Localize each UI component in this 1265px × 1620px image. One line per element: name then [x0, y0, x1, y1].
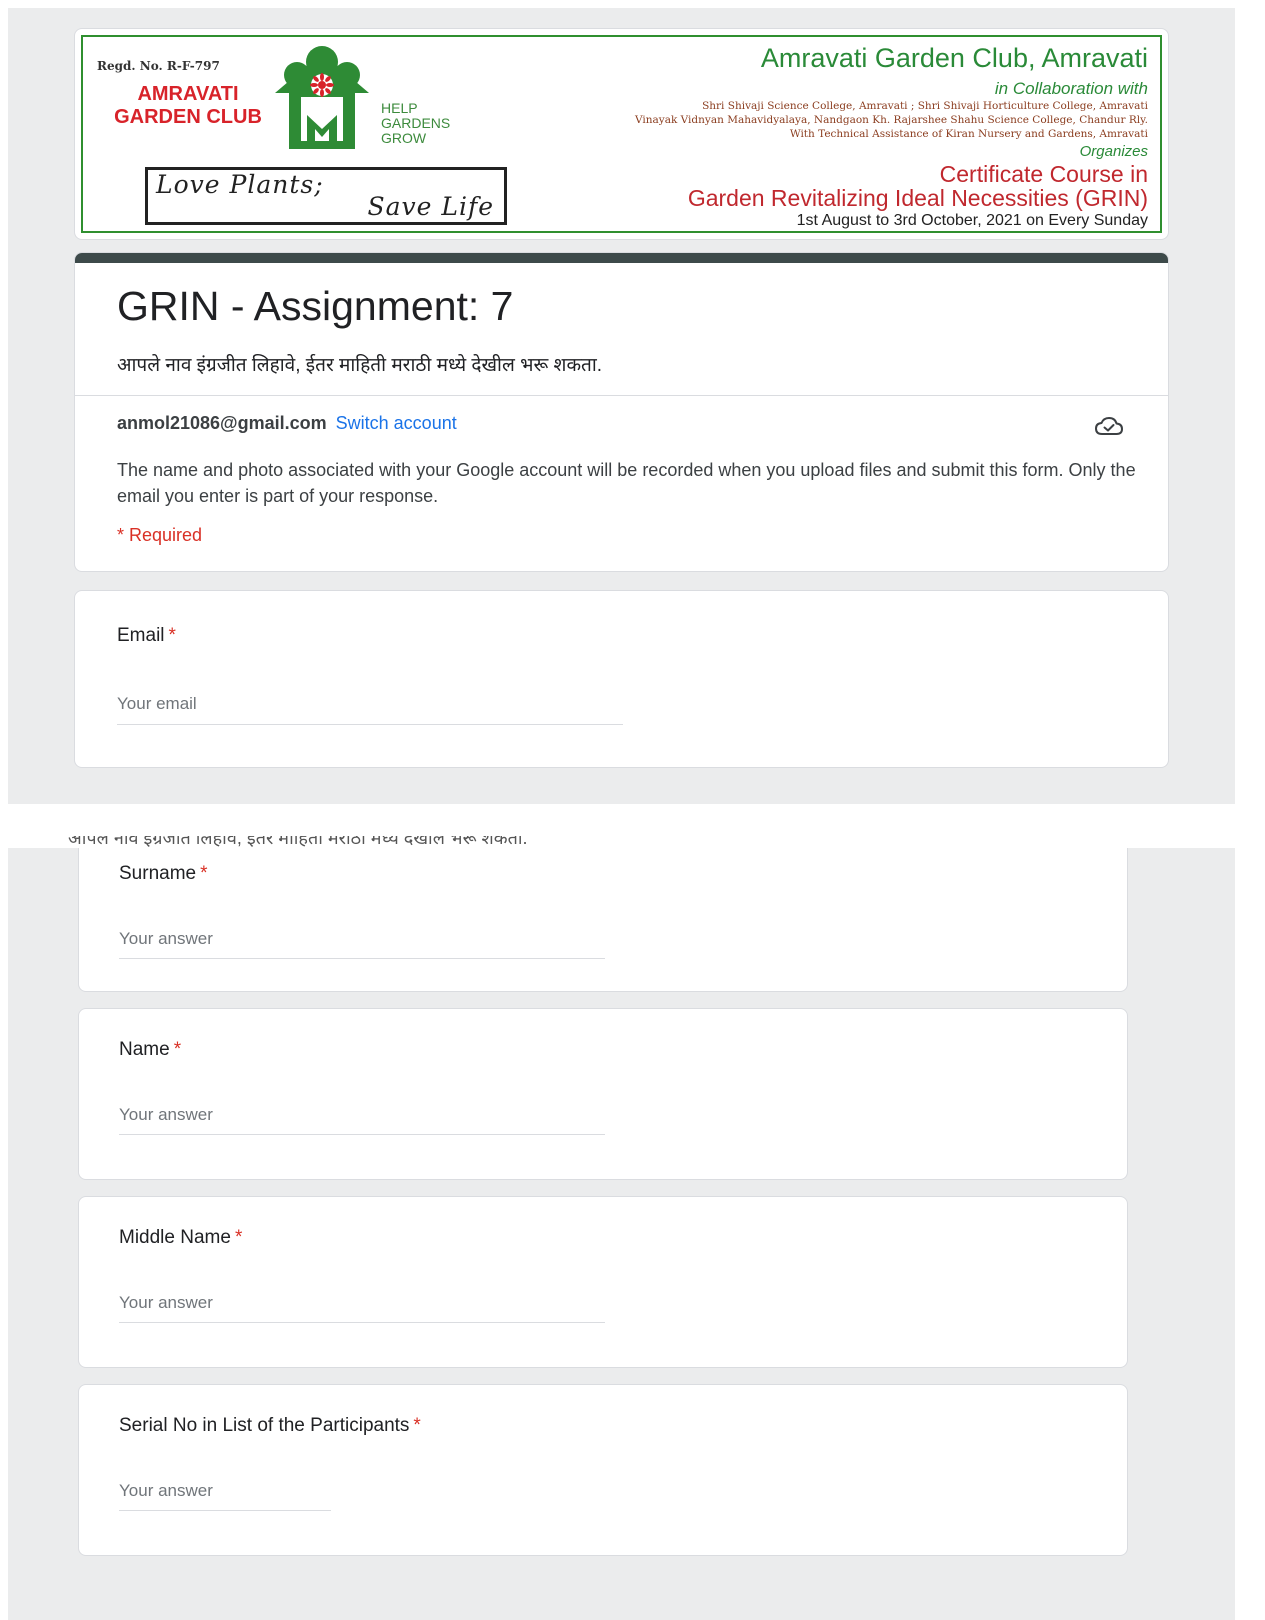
scrolled-description-text: आपले नाव इंग्रजीत लिहावे, ईतर माहिती मरा… [68, 836, 528, 848]
account-email: anmol21086@gmail.com [117, 413, 327, 433]
slogan-line-1: Love Plants; [156, 170, 324, 199]
garden-club-logo-icon [275, 46, 369, 149]
name-input[interactable] [119, 1103, 605, 1135]
banner-frame: Regd. No. R-F-797 AMRAVATI GARDEN CLUB H… [81, 35, 1162, 233]
question-label-serial-no: Serial No in List of the Participants * [119, 1415, 421, 1436]
question-label-surname: Surname * [119, 863, 208, 884]
header-divider [75, 395, 1168, 396]
question-card-surname: Surname * [78, 836, 1128, 992]
serial-no-input[interactable] [119, 1479, 331, 1511]
question-label-email: Email * [117, 625, 176, 646]
banner-help-gardens-grow: HELP GARDENS GROW [381, 100, 451, 146]
banner-title: Amravati Garden Club, Amravati [760, 43, 1148, 73]
surname-input[interactable] [119, 927, 605, 959]
banner-organizes: Organizes [1079, 143, 1148, 160]
middle-name-input[interactable] [119, 1291, 605, 1323]
account-line: anmol21086@gmail.com Switch account [117, 413, 457, 434]
question-label-name: Name * [119, 1039, 182, 1060]
required-asterisk: * [200, 863, 208, 884]
form-title: GRIN - Assignment: 7 [117, 283, 514, 329]
required-note: * Required [117, 525, 203, 545]
banner-certificate: Certificate Course in [939, 161, 1148, 187]
banner-collab: in Collaboration with [994, 79, 1148, 98]
banner-college-line-3: With Technical Assistance of Kiran Nurse… [789, 128, 1148, 140]
banner-course-name: Garden Revitalizing Ideal Necessities (G… [687, 185, 1148, 211]
required-asterisk: * [234, 1227, 243, 1248]
question-card-middle-name: Middle Name * [78, 1196, 1128, 1368]
banner-regd-number: Regd. No. R-F-797 [97, 59, 220, 73]
required-asterisk: * [168, 625, 176, 646]
banner-club-name: AMRAVATI GARDEN CLUB [114, 83, 262, 128]
banner-college-line-2: Vinayak Vidnyan Mahavidyalaya, Nandgaon … [634, 114, 1148, 126]
required-asterisk: * [173, 1039, 182, 1060]
cloud-saved-icon[interactable] [1094, 415, 1124, 439]
required-asterisk: * [413, 1415, 421, 1436]
question-card-name: Name * [78, 1008, 1128, 1180]
form-screenshot-bottom: Surname* आपले नाव इंग्रजीत लिहावे, ईतर म… [8, 836, 1235, 1620]
question-label-middle-name: Middle Name * [119, 1227, 243, 1248]
form-screenshot-top: Regd. No. R-F-797 AMRAVATI GARDEN CLUB H… [8, 8, 1235, 804]
banner-slogan: Love Plants; Save Life [145, 167, 507, 225]
form-header-card: GRIN - Assignment: 7 आपले नाव इंग्रजीत ल… [74, 252, 1169, 572]
banner-course-dates: 1st August to 3rd October, 2021 on Every… [796, 212, 1148, 229]
form-accent-bar [75, 253, 1168, 263]
scrolled-description-clip: आपले नाव इंग्रजीत लिहावे, ईतर माहिती मरा… [8, 836, 1235, 848]
email-input[interactable] [117, 691, 623, 725]
banner-college-line-1: Shri Shivaji Science College, Amravati ;… [702, 100, 1148, 112]
question-card-serial-no: Serial No in List of the Participants * [78, 1384, 1128, 1556]
form-description: आपले नाव इंग्रजीत लिहावे, ईतर माहिती मरा… [117, 355, 603, 376]
slogan-line-2: Save Life [367, 192, 494, 221]
question-card-email: Email * [74, 590, 1169, 768]
switch-account-link[interactable]: Switch account [336, 413, 457, 433]
account-notice: The name and photo associated with your … [117, 460, 1136, 506]
header-banner-image: Regd. No. R-F-797 AMRAVATI GARDEN CLUB H… [74, 28, 1169, 240]
